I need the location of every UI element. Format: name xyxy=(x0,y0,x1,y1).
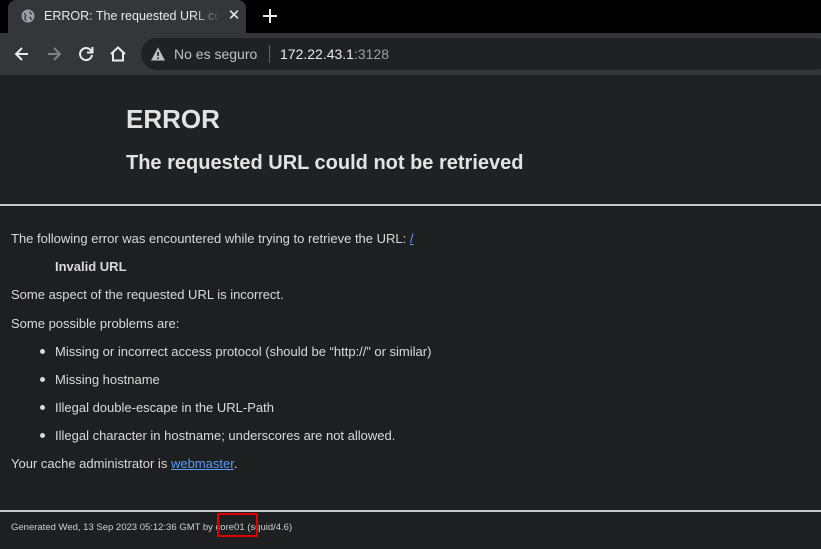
bullet-icon xyxy=(40,349,45,354)
home-icon[interactable] xyxy=(108,44,128,64)
globe-icon xyxy=(21,9,35,23)
forward-arrow-icon[interactable] xyxy=(44,44,64,64)
bullet-icon xyxy=(40,377,45,382)
problem-text: Missing hostname xyxy=(55,372,160,387)
plus-icon[interactable] xyxy=(260,6,280,26)
error-name: Invalid URL xyxy=(55,259,127,274)
description: Some aspect of the requested URL is inco… xyxy=(11,287,284,302)
intro-line: The following error was encountered whil… xyxy=(11,231,414,246)
admin-suffix: . xyxy=(233,456,238,471)
webmaster-link[interactable]: webmaster xyxy=(171,456,234,471)
page-footer: Generated Wed, 13 Sep 2023 05:12:36 GMT … xyxy=(0,512,821,549)
list-item: Illegal double-escape in the URL-Path xyxy=(40,400,274,415)
problems-heading: Some possible problems are: xyxy=(11,316,180,331)
close-icon[interactable]: ✕ xyxy=(227,8,241,23)
security-label[interactable]: No es seguro xyxy=(174,46,257,62)
url-link[interactable]: / xyxy=(410,231,414,246)
problem-text: Illegal character in hostname; underscor… xyxy=(55,428,396,443)
list-item: Missing or incorrect access protocol (sh… xyxy=(40,344,432,359)
page-subtitle: The requested URL could not be retrieved xyxy=(126,152,524,174)
toolbar: No es seguro 172.22.43.1:3128 xyxy=(0,33,821,75)
tab-strip: ERROR: The requested URL could not be re… xyxy=(0,0,821,33)
warning-icon[interactable] xyxy=(150,46,166,62)
url-host: 172.22.43.1 xyxy=(280,46,354,62)
admin-line: Your cache administrator is webmaster. xyxy=(11,456,237,471)
error-content: The following error was encountered whil… xyxy=(0,206,821,510)
page-title: ERROR xyxy=(126,104,220,134)
reload-icon[interactable] xyxy=(76,44,96,64)
tab-active[interactable]: ERROR: The requested URL could not be re… xyxy=(8,0,246,33)
address-bar[interactable]: No es seguro 172.22.43.1:3128 xyxy=(141,38,821,70)
bullet-icon xyxy=(40,405,45,410)
url-port: :3128 xyxy=(353,46,390,62)
url-text[interactable]: 172.22.43.1:3128 xyxy=(280,46,389,62)
tab-title: ERROR: The requested URL could not be re… xyxy=(44,9,220,23)
list-item: Missing hostname xyxy=(40,372,160,387)
intro-text: The following error was encountered whil… xyxy=(11,231,407,246)
admin-prefix: Your cache administrator is xyxy=(11,456,168,471)
list-item: Illegal character in hostname; underscor… xyxy=(40,428,396,443)
highlight-box xyxy=(217,513,258,537)
back-arrow-icon[interactable] xyxy=(12,44,32,64)
bullet-icon xyxy=(40,433,45,438)
omnibox-divider xyxy=(269,45,270,63)
problem-text: Missing or incorrect access protocol (sh… xyxy=(55,344,432,359)
error-header: ERROR The requested URL could not be ret… xyxy=(0,75,821,204)
problem-text: Illegal double-escape in the URL-Path xyxy=(55,400,274,415)
